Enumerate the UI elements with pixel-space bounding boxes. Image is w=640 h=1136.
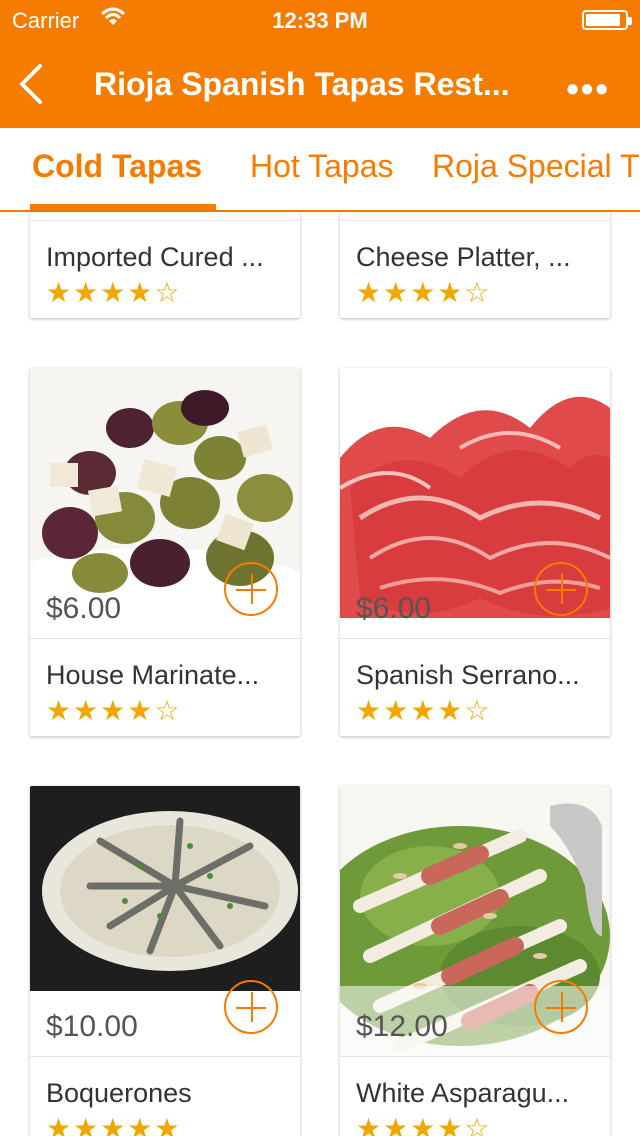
star-rating: ★★★★☆ (356, 277, 492, 308)
star-rating: ★★★★☆ (46, 277, 182, 308)
tab-hot-tapas[interactable]: Hot Tapas (250, 148, 394, 185)
item-name: White Asparagu... (356, 1078, 570, 1108)
page-title: Rioja Spanish Tapas Rest... (94, 66, 510, 102)
item-name: Cheese Platter, ... (356, 242, 571, 272)
item-name: Boquerones (46, 1078, 192, 1108)
add-to-cart-button[interactable] (224, 562, 278, 616)
item-price: $6.00 (46, 592, 122, 625)
item-price: $10.00 (46, 1010, 138, 1043)
back-icon[interactable] (14, 62, 54, 106)
menu-item-card[interactable]: $6.00 Spanish Serrano... ★★★★☆ (340, 368, 610, 736)
menu-item-card[interactable]: Cheese Platter, ... ★★★★☆ (340, 212, 610, 318)
card-divider (340, 638, 610, 639)
tab-cold-tapas[interactable]: Cold Tapas (32, 148, 202, 185)
tab-roja-special[interactable]: Roja Special T (432, 148, 640, 185)
card-divider (340, 220, 610, 221)
more-options-icon[interactable]: ••• (566, 68, 610, 110)
card-divider (30, 1056, 300, 1057)
star-rating: ★★★★★ (46, 1113, 182, 1136)
clock: 12:33 PM (272, 8, 368, 33)
star-rating: ★★★★☆ (356, 695, 492, 726)
battery-icon (582, 10, 632, 30)
add-to-cart-button[interactable] (534, 980, 588, 1034)
item-price: $12.00 (356, 1010, 448, 1043)
star-rating: ★★★★☆ (356, 1113, 492, 1136)
menu-item-card[interactable]: Imported Cured ... ★★★★☆ (30, 212, 300, 318)
navigation-bar: Rioja Spanish Tapas Rest... ••• (0, 40, 640, 128)
category-tabs: Cold Tapas Hot Tapas Roja Special T (0, 128, 640, 212)
menu-item-card[interactable]: $10.00 Boquerones ★★★★★ (30, 786, 300, 1136)
status-bar: Carrier 12:33 PM (0, 0, 640, 40)
item-price: $6.00 (356, 592, 432, 625)
add-to-cart-button[interactable] (224, 980, 278, 1034)
active-tab-indicator (30, 204, 216, 210)
card-divider (340, 1056, 610, 1057)
menu-item-card[interactable]: $6.00 House Marinate... ★★★★☆ (30, 368, 300, 736)
menu-item-card[interactable]: $12.00 White Asparagu... ★★★★☆ (340, 786, 610, 1136)
app-header: Carrier 12:33 PM Rioja Spanish Tapas Res… (0, 0, 640, 128)
star-rating: ★★★★☆ (46, 695, 182, 726)
card-divider (30, 638, 300, 639)
item-name: House Marinate... (46, 660, 260, 690)
item-name: Spanish Serrano... (356, 660, 580, 690)
add-to-cart-button[interactable] (534, 562, 588, 616)
card-divider (30, 220, 300, 221)
item-name: Imported Cured ... (46, 242, 264, 272)
